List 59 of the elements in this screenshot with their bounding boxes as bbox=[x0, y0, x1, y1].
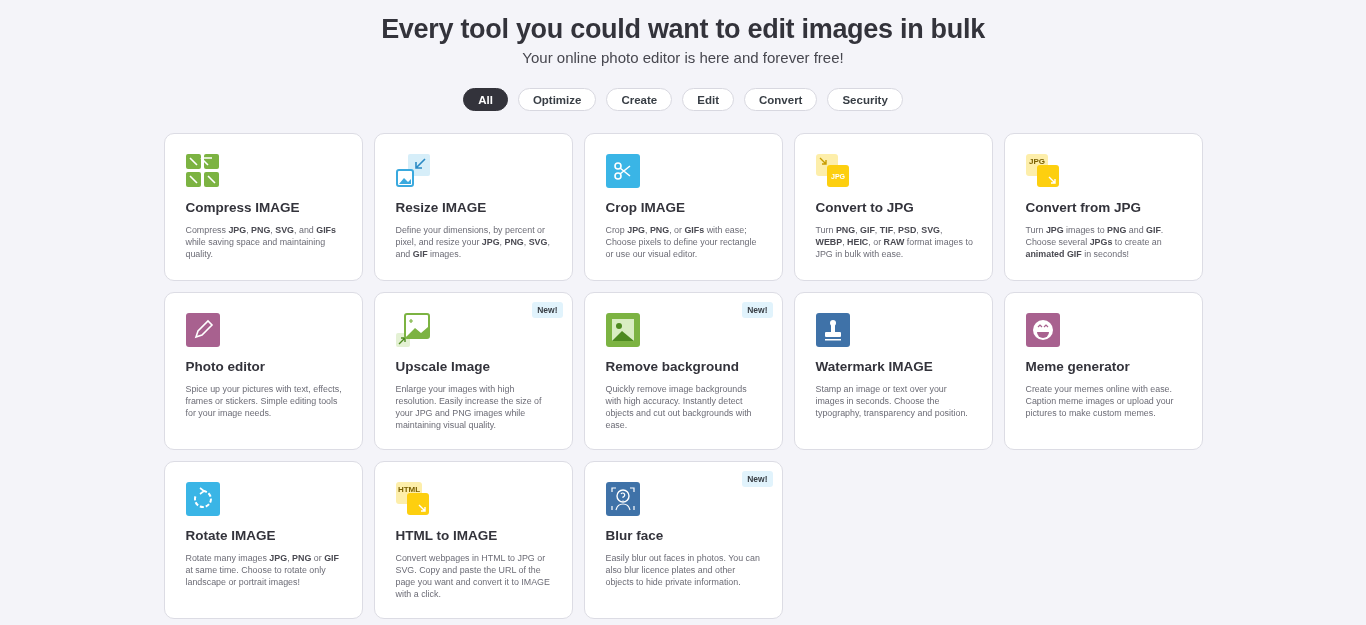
tool-description: Turn JPG images to PNG and GIF. Choose several JPGs to create an animated GIF in seconds! bbox=[1025, 224, 1165, 260]
tool-description: Easily blur out faces in photos. You can also blur licence plates and other objects to hide private information. bbox=[605, 552, 761, 588]
tool-title: Photo editor bbox=[185, 359, 266, 374]
tool-card[interactable]: New! Upscale Image Enlarge your images with high resolution. Easily increase the size of your JPG and PNG images while maintaining visual quality. bbox=[373, 292, 573, 450]
tool-card[interactable]: HTML HTML to IMAGE Convert webpages in HTML to JPG or SVG. Copy and paste the URL of the page you want and convert it to IMAGE with a click. bbox=[373, 461, 573, 619]
tool-card[interactable]: New! Blur face Easily blur out faces in photos. You can also blur licence plates and other objects to hide private information. bbox=[583, 461, 783, 619]
face-scan-icon bbox=[605, 482, 640, 516]
rotate-icon bbox=[185, 482, 220, 516]
page-title: Every tool you could want to edit images in bulk bbox=[381, 14, 985, 45]
filter-tab[interactable]: Edit bbox=[682, 88, 734, 111]
tool-card[interactable]: Rotate IMAGE Rotate many images JPG, PNG or GIF at same time. Choose to rotate only landscape or portrait images! bbox=[163, 461, 363, 619]
tool-description: Stamp an image or text over your images in seconds. Choose the typography, transparency and position. bbox=[815, 383, 969, 419]
new-badge: New! bbox=[742, 302, 773, 318]
laughing-face-icon bbox=[1025, 313, 1060, 347]
resize-image-icon bbox=[395, 154, 430, 188]
tool-description: Define your dimensions, by percent or pixel, and resize your JPG, PNG, SVG, and GIF images. bbox=[395, 224, 551, 260]
filter-tab[interactable]: All bbox=[463, 88, 508, 111]
tool-title: Meme generator bbox=[1025, 359, 1131, 374]
tool-card[interactable]: Resize IMAGE Define your dimensions, by percent or pixel, and resize your JPG, PNG, SVG, and GIF images. bbox=[373, 133, 573, 281]
tool-title: Remove background bbox=[605, 359, 741, 374]
compress-arrows-icon bbox=[185, 154, 220, 188]
tool-title: Blur face bbox=[605, 528, 665, 543]
tool-card[interactable]: JPG Convert from JPG Turn JPG images to PNG and GIF. Choose several JPGs to create an animated GIF in seconds! bbox=[1003, 133, 1203, 281]
tool-description: Quickly remove image backgrounds with high accuracy. Instantly detect objects and cut out backgrounds with ease. bbox=[605, 383, 753, 431]
tool-description: Create your memes online with ease. Caption meme images or upload your pictures to make custom memes. bbox=[1025, 383, 1175, 419]
tool-title: Compress IMAGE bbox=[185, 200, 301, 215]
tool-title: Convert from JPG bbox=[1025, 200, 1143, 215]
tool-card[interactable]: Photo editor Spice up your pictures with text, effects, frames or stickers. Simple editing tools for your image needs. bbox=[163, 292, 363, 450]
new-badge: New! bbox=[532, 302, 563, 318]
tool-description: Rotate many images JPG, PNG or GIF at same time. Choose to rotate only landscape or portrait images! bbox=[185, 552, 340, 588]
tool-title: Convert to JPG bbox=[815, 200, 915, 215]
tool-card[interactable]: Crop IMAGE Crop JPG, PNG, or GIFs with ease; Choose pixels to define your rectangle or use our visual editor. bbox=[583, 133, 783, 281]
tool-title: Crop IMAGE bbox=[605, 200, 686, 215]
filter-tab[interactable]: Convert bbox=[744, 88, 818, 111]
pencil-icon bbox=[185, 313, 220, 347]
tool-title: Rotate IMAGE bbox=[185, 528, 277, 543]
new-badge: New! bbox=[742, 471, 773, 487]
filter-tab[interactable]: Security bbox=[827, 88, 903, 111]
image-background-icon bbox=[605, 313, 640, 347]
tool-description: Enlarge your images with high resolution. Easily increase the size of your JPG and PNG images while maintaining visual quality. bbox=[395, 383, 543, 431]
tool-description: Spice up your pictures with text, effects, frames or stickers. Simple editing tools for your image needs. bbox=[185, 383, 343, 419]
tool-description: Turn PNG, GIF, TIF, PSD, SVG, WEBP, HEIC, or RAW format images to JPG in bulk with ease. bbox=[815, 224, 974, 260]
tool-title: HTML to IMAGE bbox=[395, 528, 499, 543]
tool-title: Watermark IMAGE bbox=[815, 359, 934, 374]
tool-title: Resize IMAGE bbox=[395, 200, 488, 215]
filter-tab[interactable]: Create bbox=[606, 88, 673, 111]
tool-description: Convert webpages in HTML to JPG or SVG. Copy and paste the URL of the page you want and convert it to IMAGE with a click. bbox=[395, 552, 551, 600]
filter-tab[interactable]: Optimize bbox=[517, 88, 597, 111]
tool-card[interactable]: New! Remove background Quickly remove image backgrounds with high accuracy. Instantly detect objects and cut out backgrounds with ease. bbox=[583, 292, 783, 450]
page-subtitle: Your online photo editor is here and forever free! bbox=[522, 49, 844, 66]
scissors-icon bbox=[605, 154, 640, 188]
stamp-icon bbox=[815, 313, 850, 347]
tool-description: Crop JPG, PNG, or GIFs with ease; Choose pixels to define your rectangle or use our visual editor. bbox=[605, 224, 758, 260]
tool-card[interactable]: Meme generator Create your memes online with ease. Caption meme images or upload your pictures to make custom memes. bbox=[1003, 292, 1203, 450]
tool-card[interactable]: Compress IMAGE Compress JPG, PNG, SVG, and GIFs while saving space and maintaining quality. bbox=[163, 133, 363, 281]
upscale-image-icon bbox=[395, 313, 430, 347]
tool-description: Compress JPG, PNG, SVG, and GIFs while saving space and maintaining quality. bbox=[185, 224, 337, 260]
tool-card[interactable]: Watermark IMAGE Stamp an image or text over your images in seconds. Choose the typography, transparency and position. bbox=[793, 292, 993, 450]
tool-title: Upscale Image bbox=[395, 359, 492, 374]
